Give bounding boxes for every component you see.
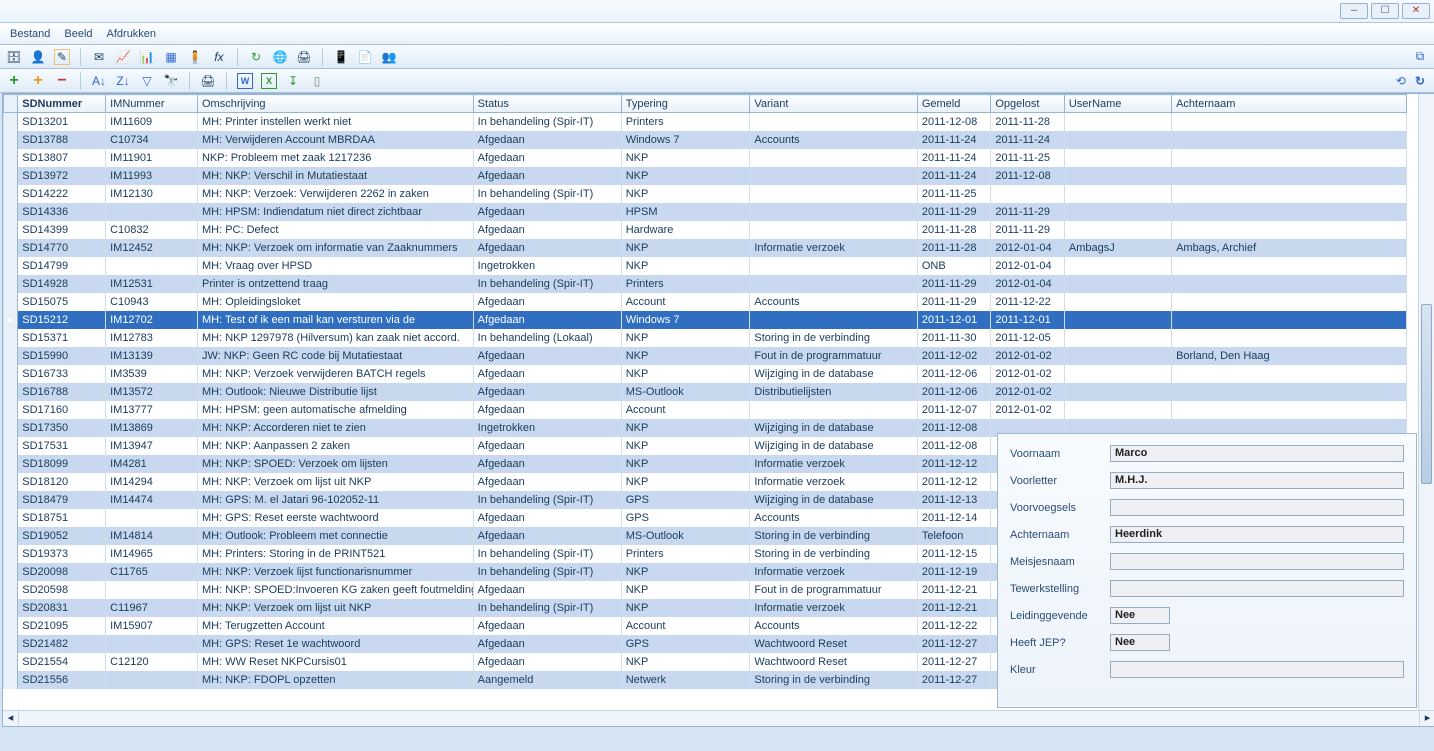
column-icon[interactable]: ▯ [309,73,325,89]
col-variant[interactable]: Variant [750,95,917,113]
separator [322,48,323,66]
val-tewerkstelling[interactable] [1110,580,1404,597]
val-heeftjep[interactable]: Nee [1110,634,1170,651]
word-icon[interactable]: W [237,73,253,89]
remove-icon[interactable]: − [54,73,70,89]
col-achternaam[interactable]: Achternaam [1172,95,1407,113]
table-row[interactable]: SD13788C10734MH: Verwijderen Account MBR… [4,131,1407,149]
phone-icon[interactable]: 📱 [333,49,349,65]
edit-icon[interactable]: ✎ [54,49,70,65]
minimize-button[interactable]: — [1340,3,1368,19]
table-row[interactable]: SD13807IM11901NKP: Probleem met zaak 121… [4,149,1407,167]
lbl-voorletter: Voorletter [1010,475,1110,487]
excel-icon[interactable]: X [261,73,277,89]
lbl-voorvoegsels: Voorvoegsels [1010,502,1110,514]
toolbar-grid: + + − A↓ Z↓ ▽ 🔭 🖨 W X ↧ ▯ ⟲ ↻ [0,69,1434,93]
col-gemeld[interactable]: Gemeld [917,95,991,113]
col-typering[interactable]: Typering [621,95,750,113]
table-row[interactable]: SD13201IM11609MH: Printer instellen werk… [4,113,1407,131]
add-alt-icon[interactable]: + [30,73,46,89]
lbl-voornaam: Voornaam [1010,448,1110,460]
sort-desc-icon[interactable]: Z↓ [115,73,131,89]
toolbar-main: 🗄 👤 ✎ ✉ 📈 📊 ▦ 🧍 fx ↻ 🌐 🖨 📱 📄 👥 ⧉ [0,45,1434,69]
close-button[interactable]: ✕ [1402,3,1430,19]
val-leidinggevende[interactable]: Nee [1110,607,1170,624]
title-bar: — ☐ ✕ [0,0,1434,23]
table-row[interactable]: SD14336MH: HPSM: Indiendatum niet direct… [4,203,1407,221]
lbl-meisjesnaam: Meisjesnaam [1010,556,1110,568]
user-icon[interactable]: 👤 [30,49,46,65]
val-voorletter[interactable]: M.H.J. [1110,472,1404,489]
separator [237,48,238,66]
fx-icon[interactable]: fx [211,49,227,65]
val-meisjesnaam[interactable] [1110,553,1404,570]
val-voorvoegsels[interactable] [1110,499,1404,516]
users-icon[interactable]: 👥 [381,49,397,65]
col-opgelost[interactable]: Opgelost [991,95,1065,113]
val-achternaam[interactable]: Heerdink [1110,526,1404,543]
detail-panel: VoornaamMarco VoorletterM.H.J. Voorvoegs… [997,433,1417,708]
table-row[interactable]: SD16788IM13572MH: Outlook: Nieuwe Distri… [4,383,1407,401]
lbl-leidinggevende: Leidinggevende [1010,610,1110,622]
bars-icon[interactable]: 📊 [139,49,155,65]
separator [80,48,81,66]
table-row[interactable]: SD16733IM3539MH: NKP: Verzoek verwijdere… [4,365,1407,383]
menu-bar: Bestand Beeld Afdrukken [0,23,1434,45]
col-status[interactable]: Status [473,95,621,113]
person-icon[interactable]: 🧍 [187,49,203,65]
val-voornaam[interactable]: Marco [1110,445,1404,462]
table-row[interactable]: ▸SD15212IM12702MH: Test of ik een mail k… [4,311,1407,329]
col-username[interactable]: UserName [1064,95,1171,113]
menu-bestand[interactable]: Bestand [10,28,50,40]
table-row[interactable]: SD15371IM12783MH: NKP 1297978 (Hilversum… [4,329,1407,347]
col-omschrijving[interactable]: Omschrijving [197,95,473,113]
print2-icon[interactable]: 🖨 [200,73,216,89]
lbl-heeftjep: Heeft JEP? [1010,637,1110,649]
header-row[interactable]: SDNummerIMNummerOmschrijvingStatusTyperi… [4,95,1407,113]
col-sdnummer[interactable]: SDNummer [18,95,106,113]
col-imnummer[interactable]: IMNummer [106,95,198,113]
table-row[interactable]: SD14222IM12130MH: NKP: Verzoek: Verwijde… [4,185,1407,203]
table-row[interactable]: SD15990IM13139JW: NKP: Geen RC code bij … [4,347,1407,365]
table-icon[interactable]: ▦ [163,49,179,65]
menu-beeld[interactable]: Beeld [64,28,92,40]
doc-icon[interactable]: 📄 [357,49,373,65]
table-row[interactable]: SD14399C10832MH: PC: DefectAfgedaanHardw… [4,221,1407,239]
export-icon[interactable]: ↧ [285,73,301,89]
mail-icon[interactable]: ✉ [91,49,107,65]
table-row[interactable]: SD17160IM13777MH: HPSM: geen automatisch… [4,401,1407,419]
filter-icon[interactable]: ▽ [139,73,155,89]
add-icon[interactable]: + [6,73,22,89]
lbl-tewerkstelling: Tewerkstelling [1010,583,1110,595]
horizontal-scrollbar[interactable]: ◂ ▸ [3,710,1434,726]
vertical-scrollbar[interactable] [1418,94,1434,726]
reload-icon[interactable]: ↻ [1412,73,1428,89]
db-icon[interactable]: 🗄 [6,49,22,65]
scroll-thumb[interactable] [1421,304,1432,484]
separator [226,72,227,90]
val-kleur[interactable] [1110,661,1404,678]
lbl-kleur: Kleur [1010,664,1110,676]
table-row[interactable]: SD15075C10943MH: OpleidingsloketAfgedaan… [4,293,1407,311]
binoculars-icon[interactable]: 🔭 [163,73,179,89]
layout-icon[interactable]: ⧉ [1412,49,1428,65]
globe-icon[interactable]: 🌐 [272,49,288,65]
menu-afdrukken[interactable]: Afdrukken [107,28,157,40]
sort-asc-icon[interactable]: A↓ [91,73,107,89]
chart-icon[interactable]: 📈 [115,49,131,65]
lbl-achternaam: Achternaam [1010,529,1110,541]
sync-icon[interactable]: ⟲ [1393,73,1409,89]
refresh-icon[interactable]: ↻ [248,49,264,65]
maximize-button[interactable]: ☐ [1371,3,1399,19]
table-row[interactable]: SD14770IM12452MH: NKP: Verzoek om inform… [4,239,1407,257]
table-row[interactable]: SD13972IM11993MH: NKP: Verschil in Mutat… [4,167,1407,185]
separator [80,72,81,90]
separator [189,72,190,90]
print-icon[interactable]: 🖨 [296,49,312,65]
data-grid[interactable]: SDNummerIMNummerOmschrijvingStatusTyperi… [2,93,1434,727]
table-row[interactable]: SD14799MH: Vraag over HPSDIngetrokkenNKP… [4,257,1407,275]
table-row[interactable]: SD14928IM12531Printer is ontzettend traa… [4,275,1407,293]
